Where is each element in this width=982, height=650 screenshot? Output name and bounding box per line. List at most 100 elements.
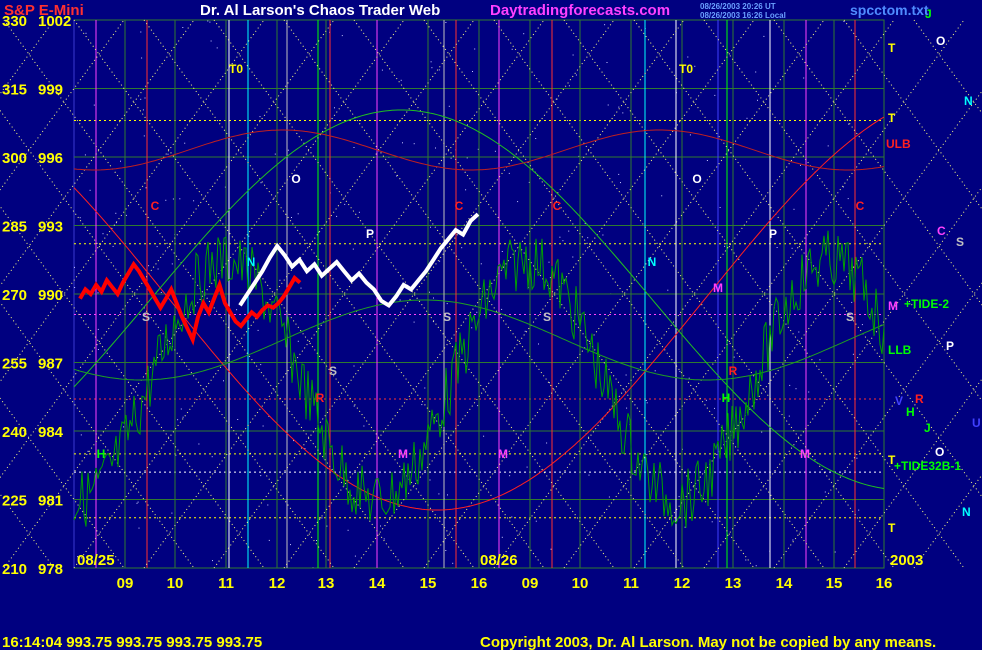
star-dot	[472, 71, 473, 72]
star-dot	[179, 198, 181, 200]
side-marker: R	[915, 392, 924, 406]
star-dot	[383, 538, 385, 540]
star-dot	[171, 263, 173, 265]
star-dot	[587, 237, 589, 239]
y-left-tick-label: 270	[2, 287, 27, 304]
star-dot	[678, 496, 680, 498]
star-dot	[474, 48, 476, 50]
star-dot	[448, 105, 450, 107]
star-dot	[167, 153, 169, 155]
star-dot	[575, 74, 577, 76]
side-marker: P	[946, 339, 954, 353]
star-dot	[834, 551, 836, 553]
star-dot	[429, 291, 430, 293]
x-tick-label: 16	[876, 575, 893, 592]
star-dot	[480, 263, 482, 265]
star-dot	[724, 245, 726, 247]
star-dot	[136, 502, 138, 504]
chart-marker: C	[856, 199, 865, 213]
star-dot	[819, 359, 821, 361]
chaos-trader-chart: 330 1002315 999300 996285 993270 990255 987240…	[0, 0, 982, 650]
star-dot	[160, 292, 162, 293]
star-dot	[145, 187, 147, 189]
star-dot	[439, 260, 441, 262]
chart-marker: M	[800, 447, 810, 461]
star-dot	[776, 247, 778, 248]
star-dot	[447, 494, 448, 496]
star-dot	[746, 117, 748, 119]
side-marker: ULB	[886, 137, 911, 151]
chart-marker: N	[247, 255, 256, 269]
x-tick-label: 13	[318, 575, 335, 592]
star-dot	[89, 189, 91, 191]
star-dot	[143, 135, 145, 137]
chart-marker: M	[713, 281, 723, 295]
star-dot	[123, 426, 125, 428]
star-dot	[755, 565, 757, 567]
star-dot	[848, 123, 850, 125]
side-marker: O	[936, 34, 945, 48]
star-dot	[471, 327, 473, 329]
side-marker: M	[888, 299, 898, 313]
star-dot	[316, 540, 317, 541]
star-dot	[259, 116, 261, 118]
data-file-name: spcctom.txt	[850, 2, 929, 18]
x-tick-label: 11	[623, 575, 639, 592]
star-dot	[807, 398, 809, 400]
y-left-tick-label: 300	[2, 150, 27, 167]
chart-marker: M	[398, 447, 408, 461]
star-dot	[363, 425, 365, 427]
star-dot	[115, 212, 117, 214]
star-dot	[326, 525, 328, 527]
star-dot	[274, 153, 276, 155]
star-dot	[402, 142, 403, 144]
y-left-tick-label: 225	[2, 493, 27, 510]
y-right-tick-label: 993	[38, 219, 63, 236]
star-dot	[714, 94, 716, 96]
star-dot	[501, 251, 503, 252]
star-dot	[535, 138, 537, 139]
star-dot	[608, 496, 610, 498]
star-dot	[353, 147, 355, 148]
star-dot	[421, 404, 423, 406]
star-dot	[549, 382, 550, 384]
star-dot	[438, 493, 440, 495]
side-marker: V	[895, 394, 903, 408]
star-dot	[679, 370, 681, 372]
chart-marker: S	[443, 310, 451, 324]
star-dot	[182, 416, 184, 418]
year-label: 2003	[890, 552, 923, 569]
star-dot	[446, 303, 448, 305]
star-dot	[618, 106, 620, 108]
star-dot	[622, 112, 624, 114]
star-dot	[645, 400, 647, 401]
star-dot	[511, 516, 513, 518]
star-dot	[852, 353, 854, 355]
star-dot	[424, 387, 426, 389]
star-dot	[381, 69, 383, 71]
date-label: 08/25	[77, 552, 115, 569]
site-name: Daytradingforecasts.com	[490, 2, 670, 19]
chart-marker: C	[553, 199, 562, 213]
star-dot	[445, 550, 447, 551]
star-dot	[140, 98, 142, 100]
star-dot	[517, 201, 519, 203]
star-dot	[509, 475, 511, 477]
star-dot	[606, 62, 608, 63]
star-dot	[209, 21, 211, 23]
star-dot	[689, 134, 691, 136]
star-dot	[193, 200, 195, 202]
star-dot	[430, 226, 431, 228]
star-dot	[450, 157, 452, 159]
star-dot	[97, 349, 99, 350]
side-marker: C	[937, 224, 946, 238]
y-left-tick-label: 210	[2, 561, 27, 578]
chart-marker: O	[291, 172, 300, 186]
star-dot	[523, 33, 525, 35]
y-right-tick-label: 981	[38, 493, 63, 510]
star-dot	[399, 299, 401, 301]
star-dot	[477, 405, 479, 407]
side-marker: O	[935, 445, 944, 459]
star-dot	[757, 99, 758, 101]
y-left-tick-label: 240	[2, 424, 27, 441]
